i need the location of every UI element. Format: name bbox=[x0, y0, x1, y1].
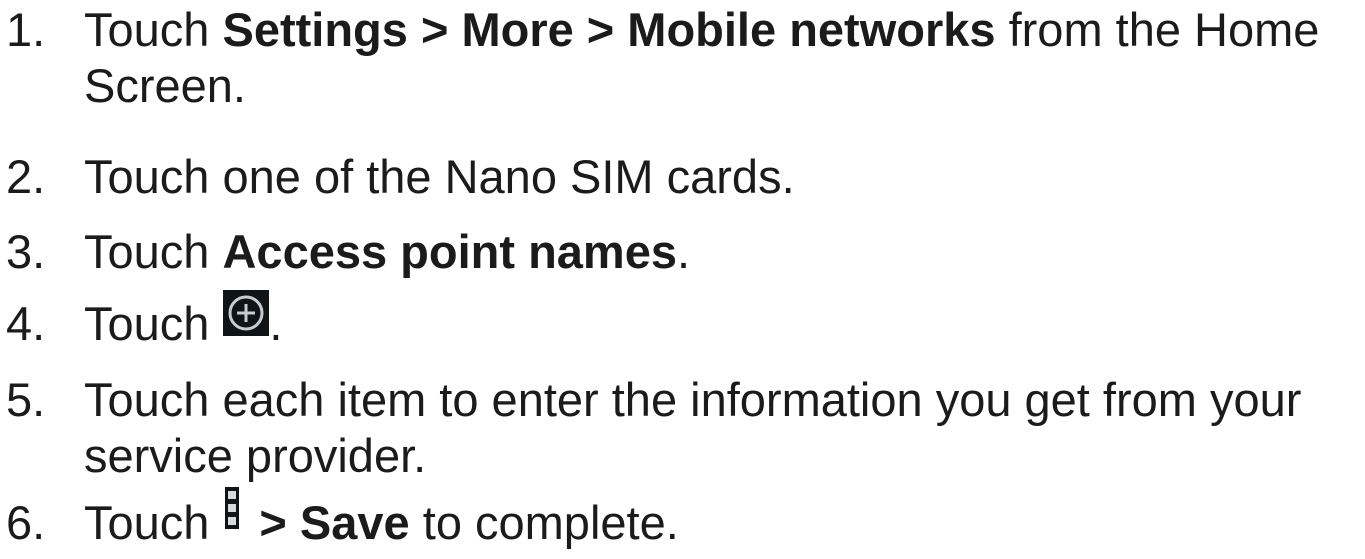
step-text-continuation: service provider. bbox=[84, 429, 427, 482]
step-text-post: . bbox=[677, 225, 691, 278]
step-number: 3. bbox=[6, 225, 46, 278]
step-text-post: from the Home bbox=[995, 3, 1320, 56]
menu-action: > Save bbox=[259, 496, 410, 549]
add-circle-icon bbox=[223, 290, 270, 336]
step-text-pre: Touch bbox=[84, 297, 210, 350]
step-text-post: to complete. bbox=[409, 496, 679, 549]
step-text: Touch each item to enter the information… bbox=[84, 372, 1359, 484]
step-number: 5. bbox=[6, 373, 46, 426]
step-text: Touch Settings > More > Mobile networks … bbox=[84, 2, 1359, 114]
step-text: Touch. bbox=[84, 290, 1359, 352]
menu-item-name: Access point names bbox=[222, 225, 677, 278]
step-number: 1. bbox=[6, 3, 46, 56]
step-text-pre: Touch bbox=[84, 496, 210, 549]
step-number: 4. bbox=[6, 297, 46, 350]
step-text-post: . bbox=[269, 297, 283, 350]
step-number: 6. bbox=[6, 496, 46, 549]
step-number: 2. bbox=[6, 150, 46, 203]
step-text-pre: Touch bbox=[84, 225, 223, 278]
step-text-main: Touch each item to enter the information… bbox=[84, 373, 1302, 426]
step-text: Touch Access point names. bbox=[84, 224, 1359, 280]
step-text-pre: Touch bbox=[84, 3, 223, 56]
step-text-continuation: Screen. bbox=[84, 59, 246, 112]
step-text: Touch one of the Nano SIM cards. bbox=[84, 150, 795, 203]
menu-path: Settings > More > Mobile networks bbox=[222, 3, 996, 56]
step-text: Touch > Save to complete. bbox=[84, 487, 1359, 551]
overflow-menu-icon bbox=[225, 487, 240, 529]
